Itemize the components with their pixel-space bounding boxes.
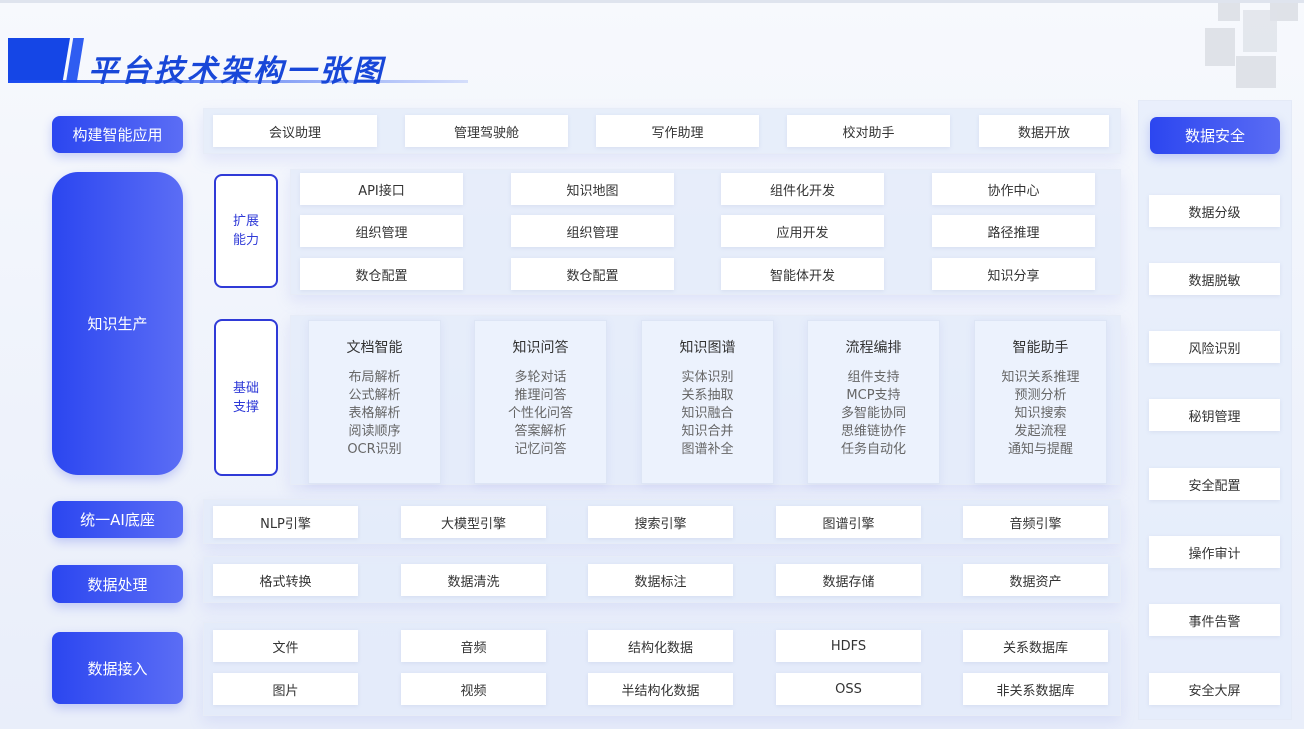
ext-item: 知识分享 [932,258,1095,290]
column-item: 知识关系推理 [1001,370,1080,385]
page-title: 平台技术架构一张图 [88,54,385,89]
column-item: 发起流程 [1014,424,1067,439]
access-item: 文件 [213,630,358,662]
column-item: 公式解析 [348,388,401,403]
ext-item: 组织管理 [300,215,463,247]
app-management-cockpit: 管理驾驶舱 [405,115,568,147]
security-item: 风险识别 [1149,331,1280,363]
engine-item: 搜索引擎 [588,506,733,538]
app-meeting-assistant: 会议助理 [213,115,377,147]
security-item: 事件告警 [1149,604,1280,636]
column-item: 知识搜索 [1014,406,1067,421]
processing-item: 数据清洗 [401,564,546,596]
security-item: 安全配置 [1149,468,1280,500]
base-column-knowledge-qa: 知识问答 多轮对话 推理问答 个性化问答 答案解析 记忆问答 [474,320,607,484]
app-writing-assistant: 写作助理 [596,115,759,147]
base-column-doc-intelligence: 文档智能 布局解析 公式解析 表格解析 阅读顺序 OCR识别 [308,320,441,484]
access-item: 半结构化数据 [588,673,733,705]
label-knowledge-production: 知识生产 [52,172,183,475]
engine-item: NLP引擎 [213,506,358,538]
ext-item: 数仓配置 [511,258,674,290]
column-title: 流程编排 [845,340,902,356]
access-item: 视频 [401,673,546,705]
column-item: 表格解析 [348,406,401,421]
security-item: 操作审计 [1149,536,1280,568]
column-item: 阅读顺序 [348,424,401,439]
column-item: 记忆问答 [514,442,567,457]
title-accent-block [8,38,70,82]
app-data-open: 数据开放 [979,115,1109,147]
access-item: 图片 [213,673,358,705]
engine-item: 音频引擎 [963,506,1108,538]
column-item: 任务自动化 [840,442,906,457]
top-border-line [0,0,1304,3]
column-item: 通知与提醒 [1007,442,1073,457]
column-item: 推理问答 [514,388,567,403]
column-item: 多智能协同 [840,406,906,421]
column-title: 智能助手 [1012,340,1069,356]
column-title: 文档智能 [346,340,403,356]
column-item: 关系抽取 [681,388,734,403]
ext-item: API接口 [300,173,463,205]
column-item: 预测分析 [1014,388,1067,403]
security-item: 数据脱敏 [1149,263,1280,295]
access-item: OSS [776,673,921,705]
ext-item: 组件化开发 [721,173,884,205]
ext-item: 路径推理 [932,215,1095,247]
column-title: 知识图谱 [679,340,736,356]
security-item: 秘钥管理 [1149,399,1280,431]
label-ai-base: 统一AI底座 [52,501,183,538]
access-item: 关系数据库 [963,630,1108,662]
base-column-smart-assistant: 智能助手 知识关系推理 预测分析 知识搜索 发起流程 通知与提醒 [974,320,1107,484]
security-item: 安全大屏 [1149,673,1280,705]
label-build-apps: 构建智能应用 [52,116,183,153]
access-item: 结构化数据 [588,630,733,662]
base-column-knowledge-graph: 知识图谱 实体识别 关系抽取 知识融合 知识合并 图谱补全 [641,320,774,484]
ext-item: 组织管理 [511,215,674,247]
column-item: 实体识别 [681,370,734,385]
tag-base-support: 基础 支撑 [214,319,278,476]
label-data-processing: 数据处理 [52,565,183,603]
column-item: 知识融合 [681,406,734,421]
access-item: 非关系数据库 [963,673,1108,705]
processing-item: 数据存储 [776,564,921,596]
column-item: 个性化问答 [507,406,573,421]
column-item: 思维链协作 [840,424,906,439]
ext-item: 应用开发 [721,215,884,247]
tag-extension: 扩展 能力 [214,174,278,288]
app-proofreading-assistant: 校对助手 [787,115,950,147]
engine-item: 图谱引擎 [776,506,921,538]
access-item: HDFS [776,630,921,662]
engine-item: 大模型引擎 [401,506,546,538]
security-header: 数据安全 [1150,117,1280,154]
access-item: 音频 [401,630,546,662]
processing-item: 格式转换 [213,564,358,596]
column-item: 答案解析 [514,424,567,439]
column-item: MCP支持 [846,388,901,403]
column-item: 图谱补全 [681,442,734,457]
column-title: 知识问答 [512,340,569,356]
ext-item: 数仓配置 [300,258,463,290]
processing-item: 数据标注 [588,564,733,596]
column-item: 知识合并 [681,424,734,439]
security-item: 数据分级 [1149,195,1280,227]
column-item: 组件支持 [847,370,900,385]
base-column-flow-orchestration: 流程编排 组件支持 MCP支持 多智能协同 思维链协作 任务自动化 [807,320,940,484]
label-data-access: 数据接入 [52,632,183,704]
ext-item: 知识地图 [511,173,674,205]
ext-item: 协作中心 [932,173,1095,205]
column-item: OCR识别 [347,442,402,457]
column-item: 布局解析 [348,370,401,385]
column-item: 多轮对话 [514,370,567,385]
ext-item: 智能体开发 [721,258,884,290]
processing-item: 数据资产 [963,564,1108,596]
